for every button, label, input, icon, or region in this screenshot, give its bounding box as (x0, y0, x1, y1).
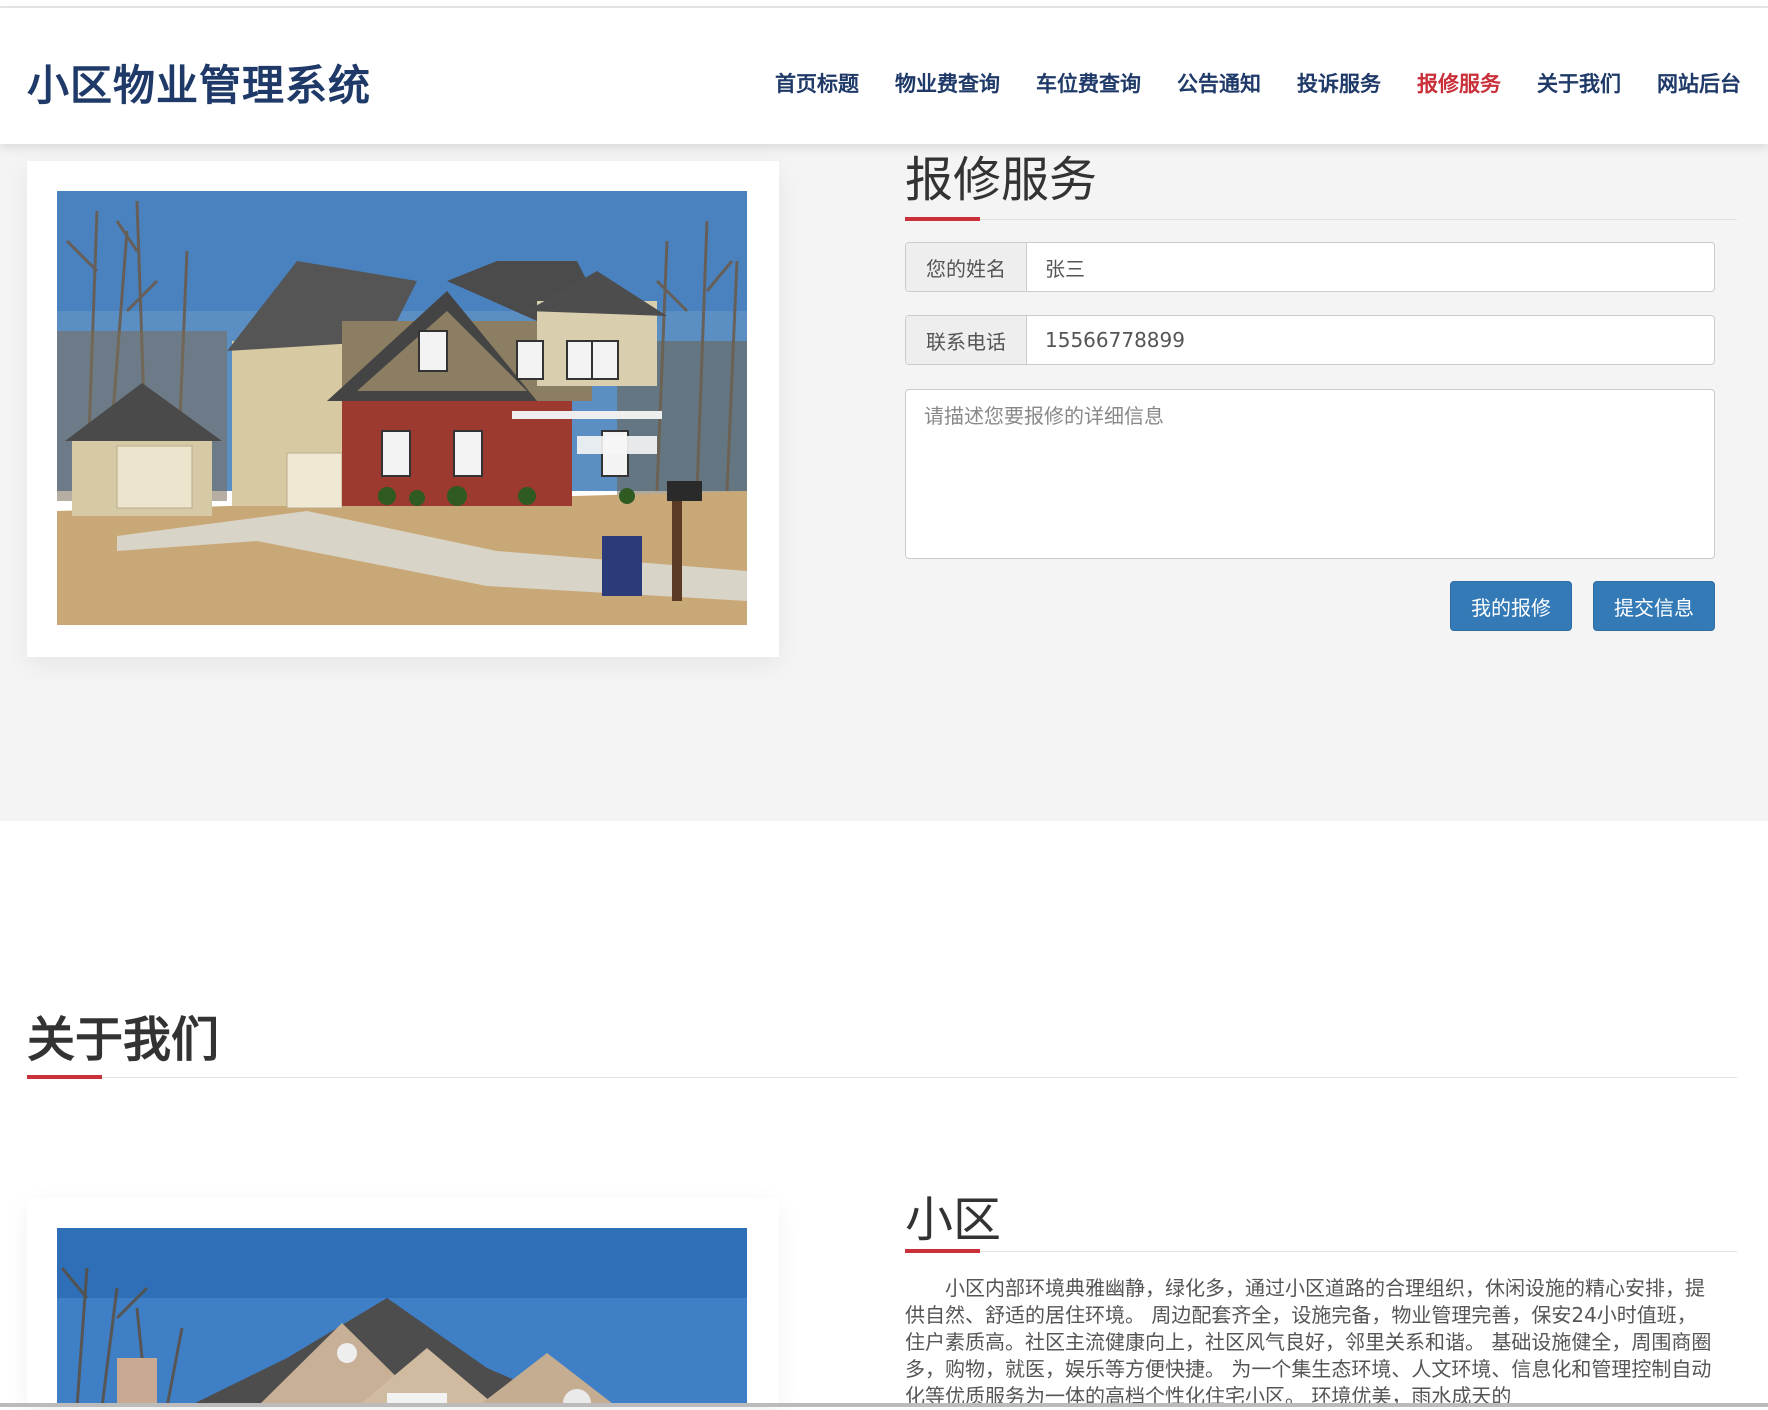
nav-home[interactable]: 首页标题 (775, 68, 859, 98)
nav-property-fee[interactable]: 物业费查询 (895, 68, 1000, 98)
phone-input-group: 联系电话 15566778899 (905, 315, 1715, 365)
about-title-underline (27, 1075, 1737, 1079)
community-photo (57, 1228, 747, 1407)
name-input-group: 您的姓名 张三 (905, 242, 1715, 292)
repair-detail-textarea[interactable]: 请描述您要报修的详细信息 (905, 389, 1715, 559)
community-description: 小区内部环境典雅幽静，绿化多，通过小区道路的合理组织，休闲设施的精心安排，提供自… (905, 1276, 1712, 1408)
house-photo (57, 191, 747, 625)
phone-input[interactable]: 15566778899 (1027, 316, 1714, 364)
my-repairs-button[interactable]: 我的报修 (1450, 581, 1572, 631)
nav-complaints[interactable]: 投诉服务 (1297, 68, 1381, 98)
about-title: 关于我们 (27, 1012, 220, 1068)
repair-section: 报修服务 您的姓名 张三 联系电话 15566778899 请描述您要报修的详细… (0, 144, 1768, 821)
bottom-border (0, 1403, 1768, 1407)
repair-title-underline (905, 217, 1737, 221)
main-nav: 首页标题 物业费查询 车位费查询 公告通知 投诉服务 报修服务 关于我们 网站后… (739, 68, 1741, 98)
site-title[interactable]: 小区物业管理系统 (27, 52, 371, 113)
name-label: 您的姓名 (906, 243, 1027, 291)
submit-button[interactable]: 提交信息 (1593, 581, 1715, 631)
name-input[interactable]: 张三 (1027, 243, 1714, 291)
house-image-card (27, 161, 779, 657)
nav-notices[interactable]: 公告通知 (1177, 68, 1261, 98)
repair-title: 报修服务 (905, 152, 1098, 208)
nav-repair[interactable]: 报修服务 (1417, 68, 1501, 98)
nav-parking-fee[interactable]: 车位费查询 (1036, 68, 1141, 98)
navbar: 小区物业管理系统 首页标题 物业费查询 车位费查询 公告通知 投诉服务 报修服务… (0, 8, 1768, 144)
community-title-underline (905, 1249, 1737, 1253)
phone-label: 联系电话 (906, 316, 1027, 364)
nav-about[interactable]: 关于我们 (1537, 68, 1621, 98)
community-title: 小区 (905, 1192, 1002, 1248)
community-image-card (27, 1198, 779, 1407)
nav-admin[interactable]: 网站后台 (1657, 68, 1741, 98)
